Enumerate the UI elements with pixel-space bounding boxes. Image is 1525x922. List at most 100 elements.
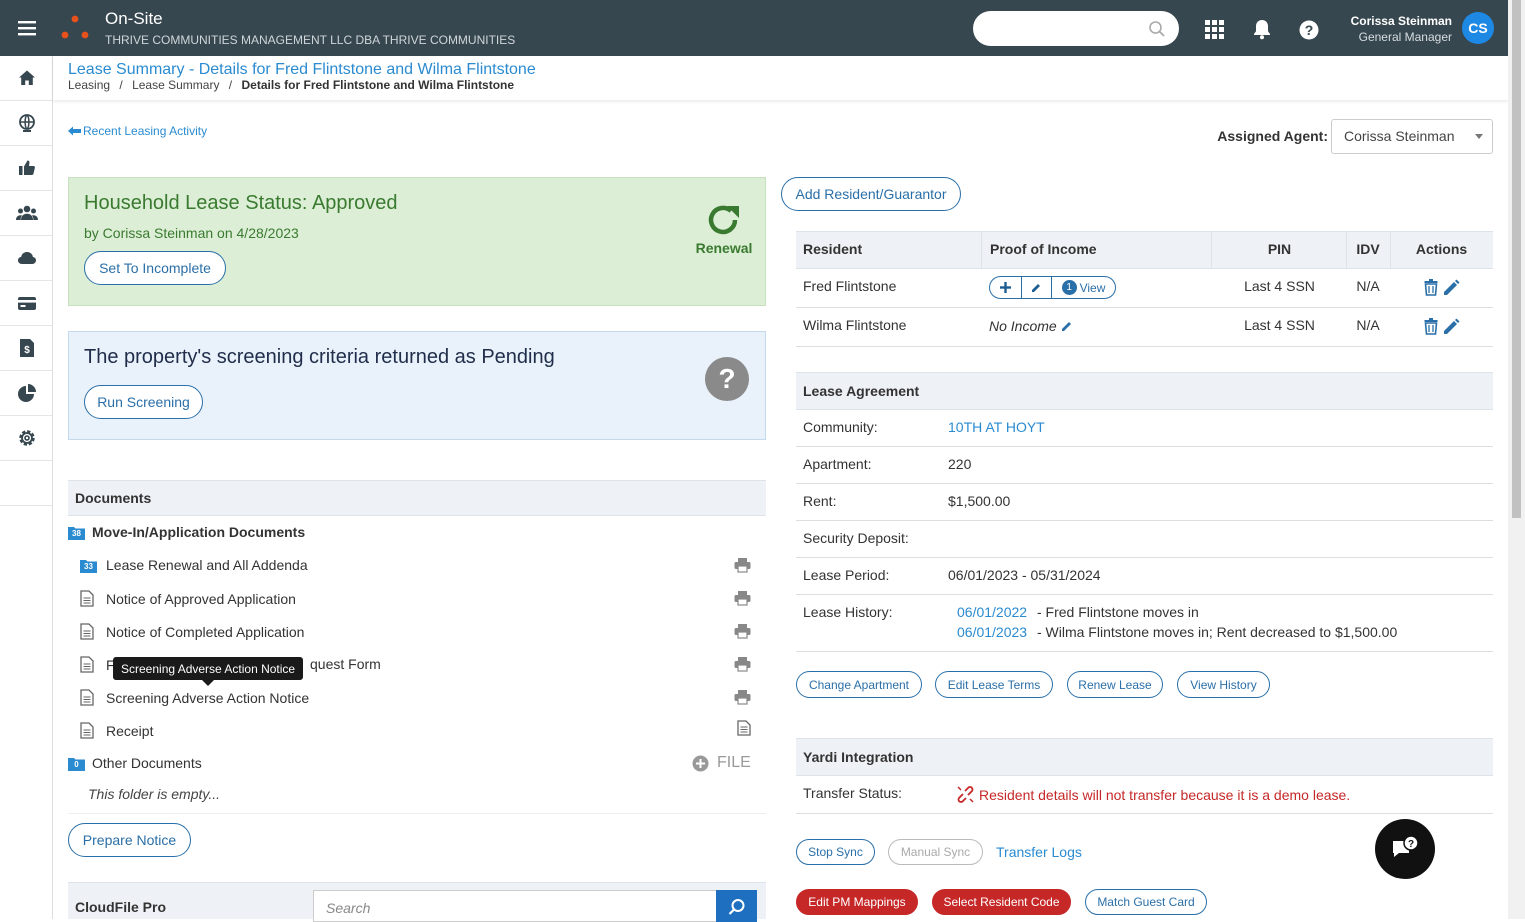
pencil-icon[interactable]: [1443, 318, 1460, 335]
community-label: Community:: [803, 419, 878, 435]
select-resident-code-button[interactable]: Select Resident Code: [932, 889, 1071, 915]
document-screening-adverse[interactable]: Screening Adverse Action Notice: [80, 689, 309, 706]
document-lease-renewal[interactable]: 33 Lease Renewal and All Addenda: [80, 557, 308, 573]
folder-count-icon: 38: [68, 525, 85, 540]
trash-icon[interactable]: [1424, 279, 1438, 296]
hamburger-menu-icon[interactable]: [16, 18, 38, 38]
sidebar-item-payments[interactable]: [0, 281, 53, 326]
trash-icon[interactable]: [1424, 318, 1438, 335]
edit-pm-mappings-button[interactable]: Edit PM Mappings: [796, 889, 918, 915]
cloudfile-search-input[interactable]: Search: [313, 890, 717, 922]
community-link[interactable]: 10TH AT HOYT: [948, 419, 1045, 435]
document-label: Notice of Completed Application: [106, 623, 305, 640]
add-resident-guarantor-button[interactable]: Add Resident/Guarantor: [781, 177, 961, 211]
breadcrumb-lease-summary[interactable]: Lease Summary: [132, 78, 219, 92]
gear-icon: [17, 428, 37, 448]
print-icon[interactable]: [734, 656, 751, 672]
manual-sync-button[interactable]: Manual Sync: [888, 839, 983, 865]
no-income-label: No Income: [989, 318, 1057, 334]
assigned-agent-label: Assigned Agent:: [1217, 128, 1328, 144]
chat-help-button[interactable]: ?: [1375, 819, 1435, 879]
transfer-status-message: Resident details will not transfer becau…: [956, 785, 1350, 804]
match-guest-card-button[interactable]: Match Guest Card: [1085, 889, 1207, 915]
resident-idv: N/A: [1356, 278, 1380, 294]
resident-name: Fred Flintstone: [803, 278, 897, 294]
print-icon[interactable]: [734, 689, 751, 705]
prepare-notice-button[interactable]: Prepare Notice: [68, 823, 191, 857]
view-history-button[interactable]: View History: [1177, 671, 1270, 698]
global-search-input[interactable]: [973, 11, 1179, 46]
lease-history-label: Lease History:: [803, 604, 893, 620]
document-request-form[interactable]: F: [80, 656, 115, 673]
scrollbar-thumb[interactable]: [1512, 0, 1521, 518]
sidebar-item-home[interactable]: [0, 56, 53, 101]
globe-icon: [17, 113, 37, 133]
renewal-label: Renewal: [695, 240, 753, 256]
folder-count: 0: [74, 759, 79, 769]
search-icon: [728, 898, 746, 916]
cloud-icon: [17, 250, 37, 266]
add-file-button[interactable]: FILE: [692, 754, 751, 772]
recent-leasing-activity-link[interactable]: Recent Leasing Activity: [68, 124, 207, 138]
column-divider: [981, 232, 982, 269]
receipt-view-icon[interactable]: [737, 720, 751, 736]
transfer-status-label: Transfer Status:: [803, 785, 903, 801]
renew-lease-button[interactable]: Renew Lease: [1067, 671, 1163, 698]
apps-grid-icon[interactable]: [1204, 19, 1225, 40]
transfer-status-text: Resident details will not transfer becau…: [979, 786, 1351, 803]
row-divider: [796, 594, 1493, 595]
lease-history-date-link[interactable]: 06/01/2022: [957, 604, 1027, 620]
folder-move-in-label: Move-In/Application Documents: [92, 524, 306, 540]
top-bar: On-Site THRIVE COMMUNITIES MANAGEMENT LL…: [0, 0, 1508, 56]
run-screening-button[interactable]: Run Screening: [84, 385, 203, 419]
print-icon[interactable]: [734, 590, 751, 606]
stop-sync-button[interactable]: Stop Sync: [796, 839, 875, 865]
sidebar-item-cloud[interactable]: [0, 236, 53, 281]
home-icon: [18, 69, 36, 87]
print-icon[interactable]: [734, 557, 751, 573]
column-header-idv: IDV: [1356, 241, 1380, 257]
print-icon[interactable]: [734, 623, 751, 639]
add-file-label: FILE: [717, 754, 751, 771]
cloudfile-header: CloudFile Pro Search: [68, 882, 766, 922]
breadcrumb-current: Details for Fred Flintstone and Wilma Fl…: [241, 78, 515, 92]
lease-history-text: - Wilma Flintstone moves in; Rent decrea…: [1036, 624, 1398, 640]
lease-history-date-link[interactable]: 06/01/2023: [957, 624, 1027, 640]
folder-move-in-documents[interactable]: 38 Move-In/Application Documents: [68, 524, 305, 540]
folder-count-icon: 0: [68, 756, 85, 771]
folder-other-documents[interactable]: 0 Other Documents: [68, 755, 202, 771]
sidebar-item-globe[interactable]: [0, 101, 53, 146]
document-notice-completed[interactable]: Notice of Completed Application: [80, 623, 304, 640]
assigned-agent-select[interactable]: Corissa Steinman: [1331, 119, 1493, 154]
set-to-incomplete-button[interactable]: Set To Incomplete: [84, 251, 226, 285]
add-income-button[interactable]: [990, 277, 1022, 298]
breadcrumb-leasing[interactable]: Leasing: [68, 78, 110, 92]
sidebar-item-settings[interactable]: [0, 416, 53, 461]
document-tooltip: Screening Adverse Action Notice: [113, 657, 304, 680]
vertical-scrollbar[interactable]: [1508, 0, 1525, 919]
document-label-end: quest Form: [310, 656, 381, 672]
onsite-logo-icon: [60, 14, 90, 40]
pencil-icon[interactable]: [1443, 279, 1460, 296]
column-header-proof-of-income: Proof of Income: [990, 241, 1097, 257]
edit-lease-terms-button[interactable]: Edit Lease Terms: [935, 671, 1053, 698]
document-receipt[interactable]: Receipt: [80, 722, 153, 739]
view-income-button[interactable]: 1 View: [1052, 277, 1115, 298]
lease-period-value: 06/01/2023 - 05/31/2024: [948, 567, 1101, 583]
cloudfile-search-button[interactable]: [716, 890, 757, 922]
sidebar-item-residents[interactable]: [0, 191, 53, 236]
security-deposit-label: Security Deposit:: [803, 530, 909, 546]
user-avatar[interactable]: CS: [1462, 12, 1494, 44]
pie-chart-icon: [17, 383, 37, 403]
document-notice-approved[interactable]: Notice of Approved Application: [80, 590, 296, 607]
edit-income-pencil-icon[interactable]: [1061, 320, 1073, 332]
notifications-bell-icon[interactable]: [1252, 18, 1272, 40]
sidebar-item-approvals[interactable]: [0, 146, 53, 191]
transfer-logs-link[interactable]: Transfer Logs: [996, 844, 1082, 860]
sidebar-item-accounting[interactable]: $: [0, 326, 53, 371]
breadcrumb-separator: /: [228, 78, 233, 92]
document-file-icon: [80, 623, 94, 640]
sidebar-item-reports[interactable]: [0, 371, 53, 416]
change-apartment-button[interactable]: Change Apartment: [796, 671, 922, 698]
edit-income-button[interactable]: [1022, 277, 1052, 298]
